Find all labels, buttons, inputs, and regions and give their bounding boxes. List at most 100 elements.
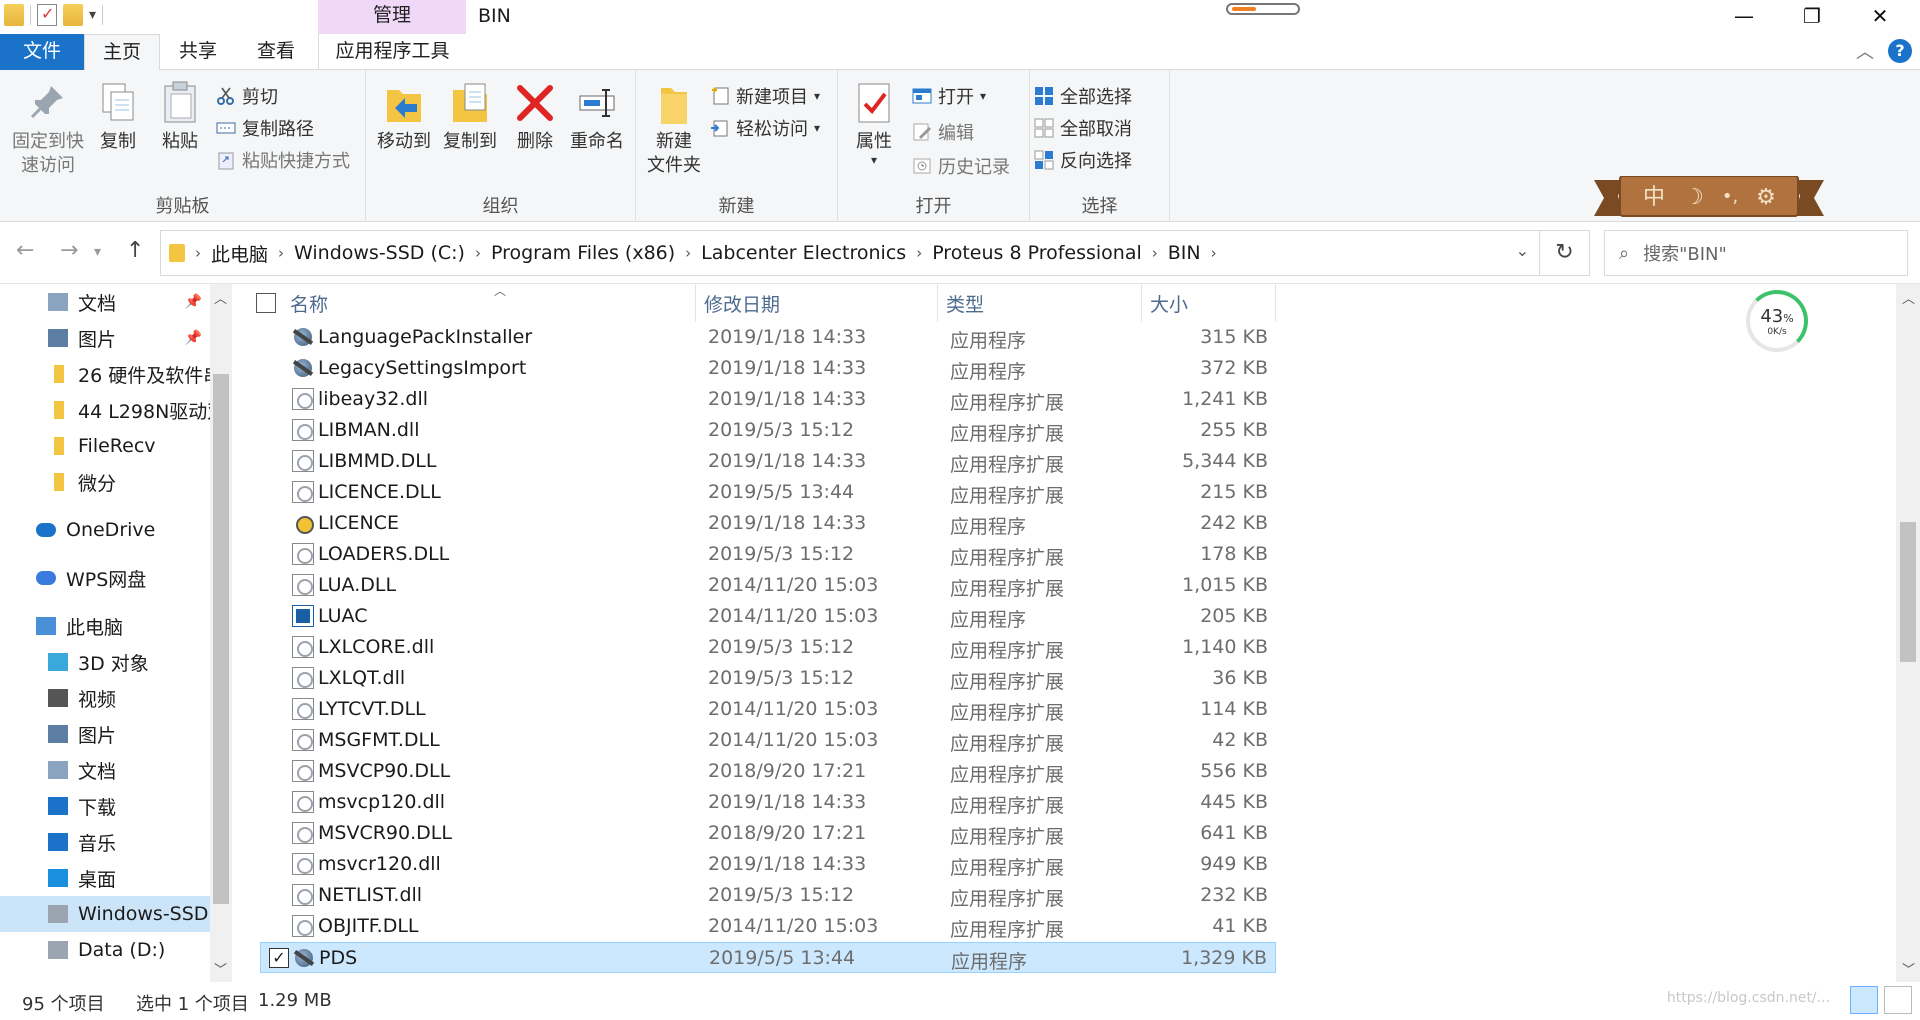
recent-locations-chevron-icon[interactable]: ▾ <box>94 244 101 260</box>
column-header-name[interactable]: 名称 ︿ <box>282 284 696 322</box>
tab-application-tools[interactable]: 应用程序工具 <box>318 34 466 70</box>
nav-item[interactable]: 26 硬件及软件串 <box>0 356 210 392</box>
file-row[interactable]: LIBMAN.dll 2019/5/3 15:12 应用程序扩展 255 KB <box>260 415 1276 446</box>
new-folder-button[interactable]: 新建 文件夹 <box>646 80 702 178</box>
file-row[interactable]: LOADERS.DLL 2019/5/3 15:12 应用程序扩展 178 KB <box>260 539 1276 570</box>
breadcrumb-chevron-icon[interactable]: › <box>475 244 481 262</box>
file-row[interactable]: libeay32.dll 2019/1/18 14:33 应用程序扩展 1,241 K… <box>260 384 1276 415</box>
copy-button[interactable]: 复制 <box>92 80 144 154</box>
file-row[interactable]: LUA.DLL 2014/11/20 15:03 应用程序扩展 1,015 KB <box>260 570 1276 601</box>
nav-item[interactable]: 此电脑 <box>0 608 210 644</box>
nav-item[interactable]: 文档 <box>0 752 210 788</box>
nav-item[interactable]: 3D 对象 <box>0 644 210 680</box>
scroll-up-icon[interactable]: ︿ <box>214 288 227 307</box>
breadcrumb-this-pc[interactable]: 此电脑 › <box>211 240 294 267</box>
nav-item[interactable]: 音乐 <box>0 824 210 860</box>
punctuation-icon[interactable]: •, <box>1722 186 1738 207</box>
select-none-button[interactable]: 全部取消 <box>1034 114 1132 142</box>
large-icons-view-icon[interactable] <box>1884 986 1912 1014</box>
ime-toolbar-badge[interactable]: 中 ☽ •, ⚙ <box>1594 176 1824 222</box>
nav-item[interactable]: 图片 <box>0 716 210 752</box>
history-button[interactable]: 历史记录 <box>912 152 1010 180</box>
tab-share[interactable]: 共享 <box>160 34 236 70</box>
details-view-icon[interactable] <box>1850 986 1878 1014</box>
cut-button[interactable]: 剪切 <box>216 82 278 110</box>
address-history-chevron-icon[interactable]: ⌄ <box>1516 241 1529 260</box>
file-row[interactable]: MSVCR90.DLL 2018/9/20 17:21 应用程序扩展 641 KB <box>260 818 1276 849</box>
copy-path-button[interactable]: 复制路径 <box>216 114 314 142</box>
breadcrumb-labcenter[interactable]: Labcenter Electronics › <box>701 242 932 264</box>
customize-toolbar-chevron-icon[interactable]: ▾ <box>89 7 96 23</box>
file-row[interactable]: ✓ PDS 2019/5/5 13:44 应用程序 1,329 KB <box>260 942 1276 973</box>
column-header-date[interactable]: 修改日期 <box>696 284 938 322</box>
nav-item[interactable]: WPS网盘 <box>0 560 210 596</box>
select-all-checkbox[interactable] <box>256 293 276 313</box>
paste-shortcut-button[interactable]: 粘贴快捷方式 <box>216 146 350 174</box>
tab-home[interactable]: 主页 <box>84 34 160 71</box>
paste-button[interactable]: 粘贴 <box>154 80 206 154</box>
file-row[interactable]: LXLCORE.dll 2019/5/3 15:12 应用程序扩展 1,140 KB <box>260 632 1276 663</box>
file-row[interactable]: LXLQT.dll 2019/5/3 15:12 应用程序扩展 36 KB <box>260 663 1276 694</box>
back-arrow-icon[interactable]: ← <box>16 238 34 263</box>
delete-button[interactable]: 删除 <box>510 80 560 154</box>
breadcrumb-chevron-icon[interactable]: › <box>685 244 691 262</box>
breadcrumb-chevron-icon[interactable]: › <box>1152 244 1158 262</box>
file-row[interactable]: LICENCE 2019/1/18 14:33 应用程序 242 KB <box>260 508 1276 539</box>
pin-quick-access-button[interactable]: 固定到快 速访问 <box>8 80 88 178</box>
breadcrumb-drive-c[interactable]: Windows-SSD (C:) › <box>294 242 491 264</box>
edit-button[interactable]: 编辑 <box>912 118 974 146</box>
file-row[interactable]: msvcr120.dll 2019/1/18 14:33 应用程序扩展 949 KB <box>260 849 1276 880</box>
gear-icon[interactable]: ⚙ <box>1756 185 1776 210</box>
nav-item[interactable]: 视频 <box>0 680 210 716</box>
nav-item[interactable]: 桌面 <box>0 860 210 896</box>
up-arrow-icon[interactable]: ↑ <box>126 238 144 263</box>
ime-mode-text[interactable]: 中 <box>1643 185 1665 210</box>
file-row[interactable]: OBJITF.DLL 2014/11/20 15:03 应用程序扩展 41 KB <box>260 911 1276 942</box>
file-row[interactable]: MSVCP90.DLL 2018/9/20 17:21 应用程序扩展 556 KB <box>260 756 1276 787</box>
nav-item[interactable]: 下载 <box>0 788 210 824</box>
moon-icon[interactable]: ☽ <box>1684 185 1704 210</box>
tab-view[interactable]: 查看 <box>236 34 316 70</box>
network-speed-widget[interactable]: 43% 0K/s <box>1746 290 1808 352</box>
tab-manage-context[interactable]: 管理 <box>318 0 466 34</box>
file-row[interactable]: msvcp120.dll 2019/1/18 14:33 应用程序扩展 445 KB <box>260 787 1276 818</box>
breadcrumb-proteus[interactable]: Proteus 8 Professional › <box>932 242 1168 264</box>
file-row[interactable]: LICENCE.DLL 2019/5/5 13:44 应用程序扩展 215 KB <box>260 477 1276 508</box>
easy-access-button[interactable]: 轻松访问 ▾ <box>710 114 820 142</box>
maximize-button[interactable]: ❐ <box>1780 0 1844 34</box>
copy-to-button[interactable]: 复制到 <box>438 80 502 154</box>
nav-item[interactable]: 微分 <box>0 464 210 500</box>
search-input[interactable]: ⌕ 搜索"BIN" <box>1604 230 1908 276</box>
file-row[interactable]: LegacySettingsImport 2019/1/18 14:33 应用程序 3… <box>260 353 1276 384</box>
file-row[interactable]: LanguagePackInstaller 2019/1/18 14:33 应用程序… <box>260 322 1276 353</box>
nav-item[interactable]: 图片 📌 <box>0 320 210 356</box>
breadcrumb-bin[interactable]: BIN › <box>1168 242 1227 264</box>
nav-item[interactable]: 文档 📌 <box>0 284 210 320</box>
collapse-ribbon-icon[interactable]: ︿ <box>1856 38 1874 64</box>
file-row[interactable]: LUAC 2014/11/20 15:03 应用程序 205 KB <box>260 601 1276 632</box>
breadcrumb-program-files[interactable]: Program Files (x86) › <box>491 242 701 264</box>
scroll-up-icon[interactable]: ︿ <box>1902 288 1915 307</box>
nav-item[interactable]: OneDrive <box>0 512 210 548</box>
tab-file[interactable]: 文件 <box>0 34 84 70</box>
new-item-button[interactable]: 新建项目 ▾ <box>710 82 820 110</box>
nav-item[interactable]: FileRecv <box>0 428 210 464</box>
rename-button[interactable]: 重命名 <box>564 80 630 154</box>
nav-scroll-thumb[interactable] <box>213 374 229 904</box>
move-to-button[interactable]: 移动到 <box>372 80 436 154</box>
address-bar[interactable]: › 此电脑 › Windows-SSD (C:) › Program Files (… <box>160 230 1540 276</box>
properties-button[interactable]: 属性 ▾ <box>844 80 904 166</box>
refresh-button[interactable]: ↻ <box>1540 230 1590 276</box>
close-button[interactable]: ✕ <box>1848 0 1912 34</box>
scroll-down-icon[interactable]: ﹀ <box>214 959 227 978</box>
breadcrumb-chevron-icon[interactable]: › <box>278 244 284 262</box>
nav-item[interactable]: Windows-SSD (C:) <box>0 896 210 932</box>
nav-scrollbar[interactable]: ︿ ﹀ <box>210 284 232 982</box>
help-icon[interactable]: ? <box>1888 39 1912 63</box>
breadcrumb-chevron-icon[interactable]: › <box>1211 244 1217 262</box>
properties-quick-icon[interactable] <box>37 4 57 26</box>
file-row[interactable]: MSGFMT.DLL 2014/11/20 15:03 应用程序扩展 42 KB <box>260 725 1276 756</box>
file-row[interactable]: LYTCVT.DLL 2014/11/20 15:03 应用程序扩展 114 KB <box>260 694 1276 725</box>
breadcrumb-chevron-icon[interactable]: › <box>916 244 922 262</box>
file-row[interactable]: LIBMMD.DLL 2019/1/18 14:33 应用程序扩展 5,344 KB <box>260 446 1276 477</box>
